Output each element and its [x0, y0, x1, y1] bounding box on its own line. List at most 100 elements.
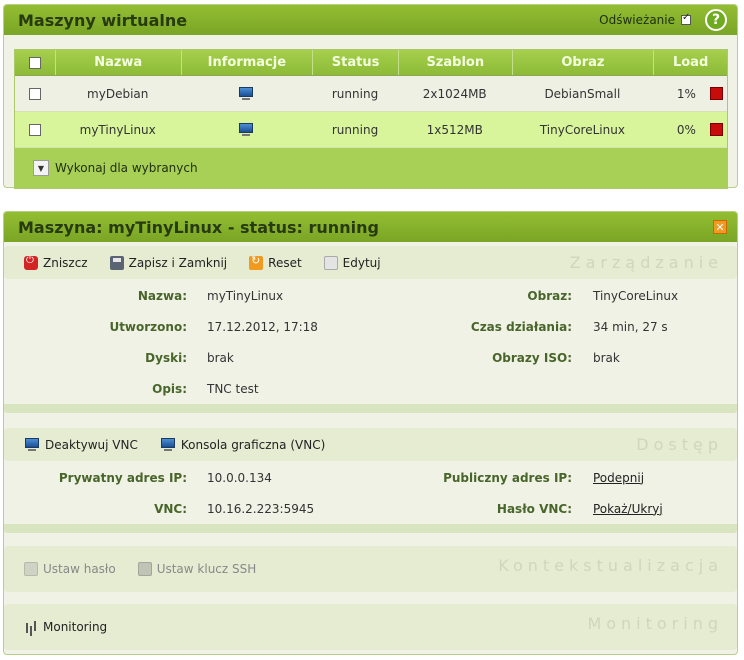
row-checkbox[interactable]: [28, 87, 41, 100]
set-ssh-key-button[interactable]: Ustaw klucz SSH: [137, 562, 257, 576]
deactivate-vnc-label: Deaktywuj VNC: [45, 437, 138, 452]
refresh-checkbox[interactable]: [681, 12, 691, 25]
vm-image: DebianSmall: [544, 86, 621, 101]
monitor-icon: [24, 437, 40, 452]
reset-icon: [249, 254, 264, 270]
save-close-label: Zapisz i Zamknij: [128, 255, 228, 270]
reset-label: Reset: [268, 255, 302, 270]
iso-label: Obrazy ISO:: [492, 350, 572, 365]
column-header-template[interactable]: Szablon: [397, 50, 512, 75]
set-ssh-key-label: Ustaw klucz SSH: [156, 562, 257, 576]
vnc-label: VNC:: [154, 501, 187, 516]
select-all-cell: [15, 50, 55, 75]
refresh-toggle[interactable]: Odświeżanie: [599, 12, 691, 27]
info-row: VNC: 10.16.2.223:5945 Hasło VNC: Pokaż/U…: [4, 493, 737, 524]
info-cell: [181, 86, 313, 101]
column-header-info[interactable]: Informacje: [180, 50, 313, 75]
vm-status: running: [331, 122, 379, 137]
vnc-password-label: Hasło VNC:: [496, 501, 572, 516]
vm-template: 1x512MB: [426, 122, 483, 137]
show-hide-password-link[interactable]: Pokaż/Ukryj: [572, 502, 663, 516]
created-label: Utworzono:: [109, 319, 187, 334]
load-indicator: [709, 87, 723, 100]
image-label: Obraz:: [527, 288, 572, 303]
vm-status: running: [331, 86, 379, 101]
panel-title: Maszyna: myTinyLinux - status: running: [18, 217, 379, 237]
info-row: Utworzono: 17.12.2012, 17:18 Czas działa…: [4, 311, 737, 342]
info-row: Nazwa: myTinyLinux Obraz: TinyCoreLinux: [4, 280, 737, 311]
vnc-console-button[interactable]: Konsola graficzna (VNC): [160, 437, 326, 452]
vm-load: 0%: [676, 122, 696, 137]
section-title-monitoring: Monitoring: [587, 614, 723, 633]
contextualization-toolbar: Ustaw hasło Ustaw klucz SSH Kontekstuali…: [4, 546, 737, 592]
section-title-access: Dostęp: [636, 435, 723, 454]
access-fields: Prywatny adres IP: 10.0.0.134 Publiczny …: [4, 462, 737, 524]
monitoring-label: Monitoring: [43, 620, 108, 634]
set-password-label: Ustaw hasło: [43, 562, 116, 576]
info-row: Dyski: brak Obrazy ISO: brak: [4, 342, 737, 373]
vnc-value: 10.16.2.223:5945: [207, 501, 315, 516]
deactivate-vnc-button[interactable]: Deaktywuj VNC: [24, 437, 138, 452]
disks-label: Dyski:: [145, 350, 187, 365]
lock-icon: [24, 562, 38, 576]
description-value: TNC test: [207, 381, 259, 396]
attach-ip-link[interactable]: Podepnij: [572, 471, 644, 485]
bulk-action-row[interactable]: ▼ Wykonaj dla wybranych: [15, 148, 727, 188]
monitor-icon[interactable]: [238, 86, 254, 101]
column-header-image[interactable]: Obraz: [511, 50, 654, 75]
close-icon[interactable]: ✕: [713, 220, 727, 234]
info-row: Prywatny adres IP: 10.0.0.134 Publiczny …: [4, 462, 737, 493]
vnc-console-label: Konsola graficzna (VNC): [180, 437, 326, 452]
chevron-down-icon[interactable]: ▼: [33, 160, 49, 176]
vm-list-header: Maszyny wirtualne Odświeżanie ?: [4, 5, 737, 35]
select-all-checkbox[interactable]: [28, 56, 41, 69]
machine-detail-panel: Maszyna: myTinyLinux - status: running ✕…: [3, 211, 738, 655]
access-toolbar: Deaktywuj VNC Konsola graficzna (VNC) Do…: [4, 428, 737, 461]
public-ip-label: Publiczny adres IP:: [443, 470, 572, 485]
monitor-icon[interactable]: [238, 122, 254, 137]
column-header-status[interactable]: Status: [312, 50, 398, 75]
save-icon: [109, 255, 124, 270]
uptime-label: Czas działania:: [470, 319, 572, 334]
panel-title: Maszyny wirtualne: [18, 10, 188, 30]
destroy-button[interactable]: Zniszcz: [24, 255, 88, 270]
vm-load: 1%: [676, 86, 696, 101]
row-checkbox[interactable]: [28, 123, 41, 136]
destroy-label: Zniszcz: [43, 255, 88, 270]
uptime-value: 34 min, 27 s: [593, 319, 668, 334]
load-indicator: [709, 123, 723, 136]
section-divider: [4, 524, 737, 533]
table-row[interactable]: myTinyLinux running 1x512MB TinyCoreLinu…: [15, 112, 727, 148]
private-ip-label: Prywatny adres IP:: [58, 470, 187, 485]
edit-label: Edytuj: [342, 255, 381, 270]
power-icon: [24, 255, 38, 270]
reset-button[interactable]: Reset: [249, 254, 302, 270]
set-password-button[interactable]: Ustaw hasło: [24, 562, 116, 576]
bulk-action-label[interactable]: Wykonaj dla wybranych: [55, 161, 198, 175]
vm-name[interactable]: myTinyLinux: [55, 123, 181, 137]
created-value: 17.12.2012, 17:18: [207, 319, 318, 334]
edit-icon: [323, 255, 338, 270]
chart-icon: [24, 620, 38, 634]
section-divider: [4, 404, 737, 413]
image-value: TinyCoreLinux: [593, 288, 679, 303]
load-cell: 0%: [653, 123, 727, 137]
section-title-management: Zarządzanie: [569, 253, 723, 272]
save-close-button[interactable]: Zapisz i Zamknij: [109, 255, 228, 270]
refresh-label: Odświeżanie: [599, 13, 675, 27]
edit-button[interactable]: Edytuj: [323, 255, 381, 270]
private-ip-value: 10.0.0.134: [207, 470, 272, 485]
management-fields: Nazwa: myTinyLinux Obraz: TinyCoreLinux …: [4, 280, 737, 404]
monitoring-button[interactable]: Monitoring: [24, 620, 107, 634]
monitoring-toolbar: Monitoring Monitoring: [4, 604, 737, 650]
vm-name[interactable]: myDebian: [55, 87, 181, 101]
row-select-cell: [15, 87, 55, 100]
vm-list-panel: Maszyny wirtualne Odświeżanie ? Nazwa In…: [3, 4, 738, 189]
column-header-load[interactable]: Load: [653, 50, 727, 75]
help-icon[interactable]: ?: [705, 9, 727, 31]
table-header: Nazwa Informacje Status Szablon Obraz Lo…: [15, 50, 727, 76]
column-header-name[interactable]: Nazwa: [54, 50, 181, 75]
section-title-contextualization: Kontekstualizacja: [498, 556, 723, 575]
table-row[interactable]: myDebian running 2x1024MB DebianSmall 1%: [15, 76, 727, 112]
description-label: Opis:: [152, 381, 187, 396]
